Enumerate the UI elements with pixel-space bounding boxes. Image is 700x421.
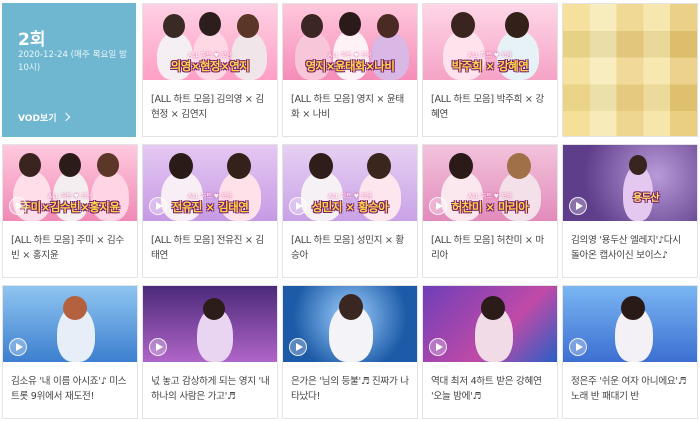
video-card[interactable]: ALL 하트 ♥ 모음 의영×현정×연지 [ALL 하트 모음] 김의영 × 김… — [142, 3, 278, 137]
play-icon[interactable] — [149, 338, 167, 356]
play-icon[interactable] — [9, 338, 27, 356]
video-card[interactable]: ALL 하트 ♥ 모음 전유진 × 김태연 [ALL 하트 모음] 전유진 × … — [142, 144, 278, 278]
video-card[interactable]: ALL 하트 ♥ 모음 허찬미 × 마리아 [ALL 하트 모음] 허찬미 × … — [422, 144, 558, 278]
video-thumbnail[interactable]: ALL 하트 ♥ 모음 박주희 × 강혜연 — [423, 4, 557, 80]
thumbnail-banner: 성민지 × 황승아 — [311, 200, 389, 214]
video-caption: [ALL 하트 모음] 성민지 × 황승아 — [291, 235, 404, 261]
play-icon[interactable] — [289, 338, 307, 356]
chevron-right-icon — [61, 112, 70, 122]
video-thumbnail[interactable]: ALL 하트 ♥ 모음 영지×윤태화×나비 — [283, 4, 417, 80]
video-card[interactable]: ALL 하트 ♥ 모음 주미×김수빈×홍지윤 [ALL 하트 모음] 주미 × … — [2, 144, 138, 278]
video-thumbnail[interactable] — [423, 286, 557, 362]
video-caption: 은가은 '님의 등불'♬ 진짜가 나타났다! — [291, 376, 409, 402]
video-thumbnail[interactable]: ALL 하트 ♥ 모음 허찬미 × 마리아 — [423, 145, 557, 221]
video-thumbnail-blurred[interactable] — [563, 4, 697, 136]
video-card[interactable]: 정은주 '쉬운 여자 아니에요'♬ 노래 반 패대기 반 — [562, 285, 698, 419]
thumbnail-banner: 의영×현정×연지 — [170, 59, 250, 73]
video-card[interactable]: 넋 놓고 감상하게 되는 영지 '내 하나의 사람은 가고'♬ — [142, 285, 278, 419]
play-icon[interactable] — [149, 197, 167, 215]
video-caption: 정은주 '쉬운 여자 아니에요'♬ 노래 반 패대기 반 — [571, 376, 687, 402]
video-thumbnail[interactable]: ALL 하트 ♥ 모음 성민지 × 황승아 — [283, 145, 417, 221]
video-thumbnail[interactable] — [3, 286, 137, 362]
episode-info-card: 2회 2020-12-24 (매주 목요일 밤 10시) VOD보기 — [2, 3, 136, 137]
video-card[interactable]: ALL 하트 ♥ 모음 박주희 × 강혜연 [ALL 하트 모음] 박주희 × … — [422, 3, 558, 137]
thumbnail-banner: 허찬미 × 마리아 — [451, 200, 529, 214]
video-card[interactable]: 김소유 '내 이름 아시죠'♪ 미스트롯 9위에서 재도전! — [2, 285, 138, 419]
play-icon[interactable] — [429, 197, 447, 215]
video-caption: 넋 놓고 감상하게 되는 영지 '내 하나의 사람은 가고'♬ — [151, 376, 270, 402]
video-card[interactable]: ALL 하트 ♥ 모음 성민지 × 황승아 [ALL 하트 모음] 성민지 × … — [282, 144, 418, 278]
video-caption: [ALL 하트 모음] 박주희 × 강혜연 — [431, 94, 544, 120]
play-icon[interactable] — [569, 338, 587, 356]
play-icon[interactable] — [569, 197, 587, 215]
vod-link-label: VOD보기 — [18, 114, 57, 124]
video-caption: [ALL 하트 모음] 영지 × 윤태화 × 나비 — [291, 94, 404, 120]
video-card[interactable]: 용두산 김의영 '용두산 엘레지'♪다시 돌아온 캡사이신 보이스♪ — [562, 144, 698, 278]
video-thumbnail[interactable]: 용두산 — [563, 145, 697, 221]
thumbnail-banner: 용두산 — [632, 193, 660, 204]
video-caption: 김소유 '내 이름 아시죠'♪ 미스트롯 9위에서 재도전! — [11, 376, 127, 402]
thumbnail-banner: 주미×김수빈×홍지윤 — [20, 200, 120, 214]
video-caption: [ALL 하트 모음] 전유진 × 김태연 — [151, 235, 264, 261]
video-caption: 김의영 '용두산 엘레지'♪다시 돌아온 캡사이신 보이스♪ — [571, 235, 681, 261]
video-thumbnail[interactable]: ALL 하트 ♥ 모음 전유진 × 김태연 — [143, 145, 277, 221]
video-thumbnail[interactable] — [563, 286, 697, 362]
episode-date: 2020-12-24 (매주 목요일 밤 10시) — [18, 50, 127, 73]
play-icon[interactable] — [289, 197, 307, 215]
thumbnail-banner: 영지×윤태화×나비 — [305, 59, 395, 73]
video-thumbnail[interactable]: ALL 하트 ♥ 모음 주미×김수빈×홍지윤 — [3, 145, 137, 221]
play-icon[interactable] — [9, 197, 27, 215]
thumbnail-banner: 전유진 × 김태연 — [171, 200, 249, 214]
video-card[interactable] — [562, 3, 698, 137]
video-caption: [ALL 하트 모음] 허찬미 × 마리아 — [431, 235, 544, 261]
video-grid: 2회 2020-12-24 (매주 목요일 밤 10시) VOD보기 ALL 하… — [0, 0, 700, 421]
video-caption: 역대 최저 4하트 받은 강혜연 '오늘 밤에'♬ — [431, 376, 542, 402]
video-card[interactable]: 역대 최저 4하트 받은 강혜연 '오늘 밤에'♬ — [422, 285, 558, 419]
video-thumbnail[interactable] — [283, 286, 417, 362]
thumbnail-banner: 박주희 × 강혜연 — [451, 59, 529, 73]
video-thumbnail[interactable] — [143, 286, 277, 362]
video-card[interactable]: ALL 하트 ♥ 모음 영지×윤태화×나비 [ALL 하트 모음] 영지 × 윤… — [282, 3, 418, 137]
vod-link[interactable]: VOD보기 — [18, 111, 70, 124]
video-thumbnail[interactable]: ALL 하트 ♥ 모음 의영×현정×연지 — [143, 4, 277, 80]
video-caption: [ALL 하트 모음] 김의영 × 김현정 × 김연지 — [151, 94, 264, 120]
play-icon[interactable] — [429, 338, 447, 356]
video-card[interactable]: 은가은 '님의 등불'♬ 진짜가 나타났다! — [282, 285, 418, 419]
episode-title: 2회 — [18, 30, 46, 50]
video-caption: [ALL 하트 모음] 주미 × 김수빈 × 홍지윤 — [11, 235, 124, 261]
